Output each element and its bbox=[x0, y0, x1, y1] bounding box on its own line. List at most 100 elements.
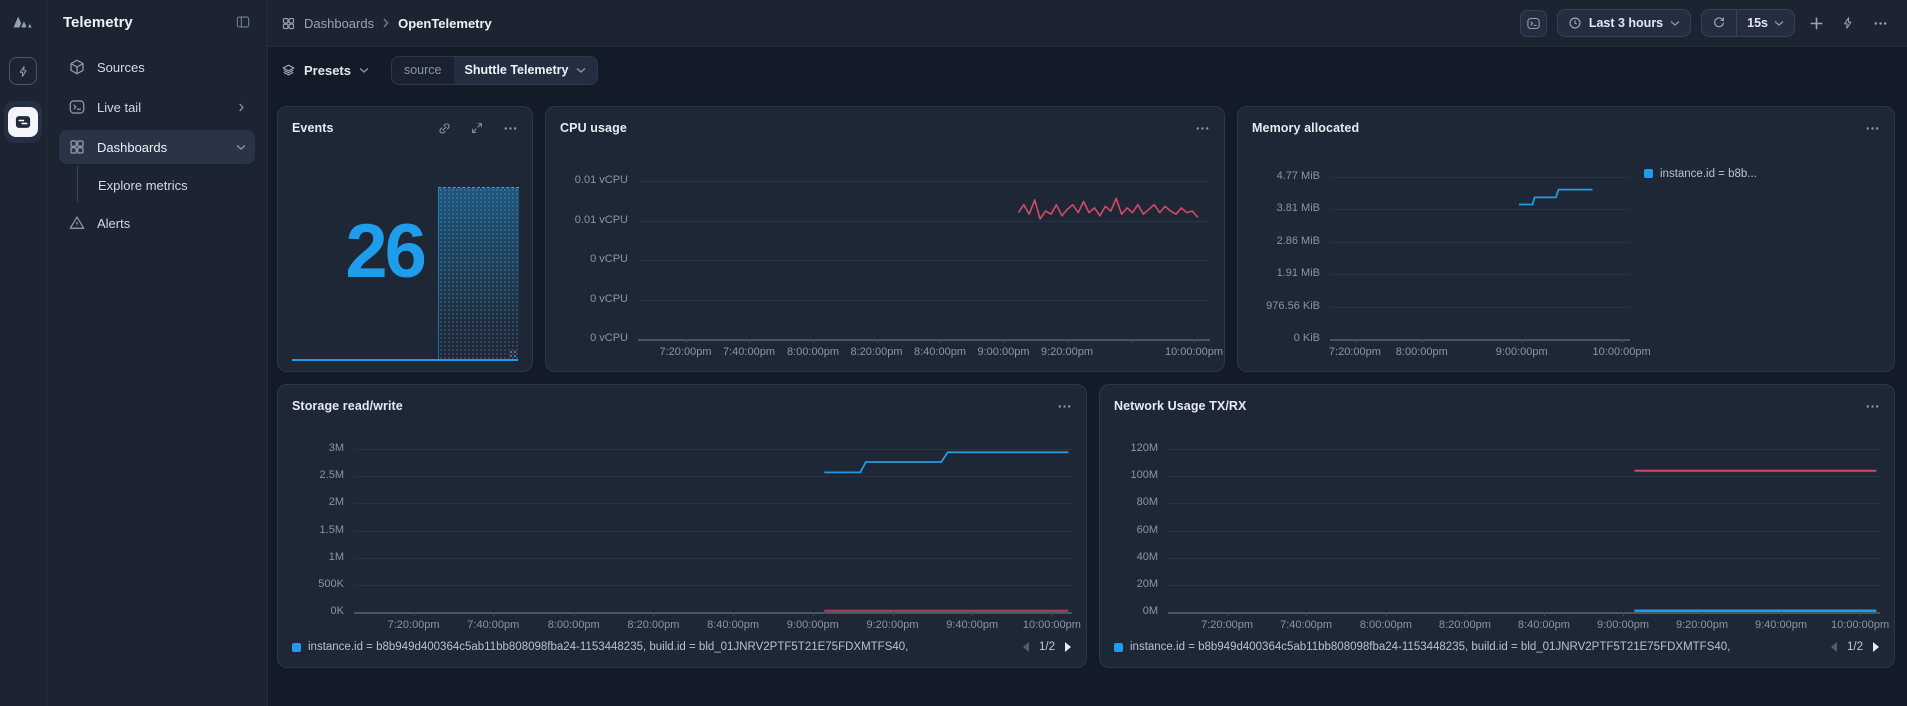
sidebar-item-dashboards[interactable]: Dashboards bbox=[59, 130, 255, 164]
axiom-logo-icon[interactable] bbox=[10, 9, 36, 35]
legend-prev-button[interactable] bbox=[1022, 642, 1030, 652]
sidebar-item-sources[interactable]: Sources bbox=[59, 50, 255, 84]
x-axis-labels: 7:20:00pm8:00:00pm9:00:00pm10:00:00pm bbox=[1252, 341, 1880, 361]
expand-button[interactable] bbox=[469, 120, 485, 136]
copy-link-button[interactable] bbox=[436, 120, 452, 136]
x-tick-label: 8:00:00pm bbox=[548, 619, 600, 631]
bolt-icon bbox=[1841, 16, 1855, 30]
series-line-storage-read bbox=[824, 452, 1068, 472]
legend-pagination: 1/2 bbox=[1022, 641, 1072, 653]
legend-next-button[interactable] bbox=[1064, 642, 1072, 652]
breadcrumb-dashboards-link[interactable]: Dashboards bbox=[304, 16, 374, 31]
plot-area bbox=[1330, 142, 1630, 341]
console-toggle-button[interactable] bbox=[1520, 10, 1547, 37]
panel-menu-button[interactable] bbox=[1864, 398, 1880, 414]
ellipsis-icon bbox=[1865, 121, 1880, 136]
time-range-label: Last 3 hours bbox=[1589, 16, 1663, 30]
logs-icon bbox=[13, 112, 33, 132]
storage-chart: 3M2.5M2M1.5M1M500K0K 7:20:00pm7:40:00pm8… bbox=[292, 420, 1072, 657]
x-tick-label: 9:00:00pm bbox=[1597, 619, 1649, 631]
grid-line bbox=[1168, 449, 1880, 450]
bolt-icon bbox=[17, 65, 30, 78]
sidebar-item-label: Explore metrics bbox=[98, 178, 188, 193]
legend-swatch bbox=[1644, 169, 1653, 178]
network-chart: 120M100M80M60M40M20M0M 7:20:00pm7:40:00p… bbox=[1114, 420, 1880, 657]
legend-label[interactable]: instance.id = b8b949d400364c5ab11bb80809… bbox=[308, 641, 908, 653]
x-tick-label: 8:00:00pm bbox=[1360, 619, 1412, 631]
grid-line bbox=[354, 531, 1072, 532]
add-panel-button[interactable] bbox=[1805, 12, 1827, 34]
events-value: 26 bbox=[292, 214, 477, 290]
x-tick-label: 7:40:00pm bbox=[467, 619, 519, 631]
panel-title: Storage read/write bbox=[292, 399, 403, 413]
time-range-button[interactable]: Last 3 hours bbox=[1557, 9, 1691, 37]
grid-line bbox=[1330, 307, 1630, 308]
x-tick-label: 9:20:00pm bbox=[867, 619, 919, 631]
dashboards-grid-icon bbox=[68, 138, 86, 156]
grid-line bbox=[638, 260, 1210, 261]
more-button[interactable] bbox=[1869, 12, 1891, 34]
telemetry-rail-button[interactable] bbox=[8, 107, 38, 137]
ellipsis-icon bbox=[1865, 399, 1880, 414]
x-tick-label: 10:00:00pm bbox=[1165, 346, 1223, 358]
topbar: Dashboards OpenTelemetry Last 3 hours 15… bbox=[268, 0, 1907, 47]
grid-line bbox=[354, 503, 1072, 504]
x-tick-label: 8:20:00pm bbox=[1439, 619, 1491, 631]
terminal-icon bbox=[68, 98, 86, 116]
legend-label[interactable]: instance.id = b8b949d400364c5ab11bb80809… bbox=[1130, 641, 1730, 653]
x-tick-label: 10:00:00pm bbox=[1831, 619, 1889, 631]
refresh-interval-button[interactable]: 15s bbox=[1737, 10, 1794, 36]
sidebar: Telemetry Sources Live tail Dashboards E… bbox=[47, 0, 268, 706]
grid-line bbox=[354, 449, 1072, 450]
memory-allocated-panel: Memory allocated 4.77 MiB3.81 MiB2.86 Mi… bbox=[1237, 106, 1895, 372]
panel-menu-button[interactable] bbox=[1864, 120, 1880, 136]
y-axis-labels: 3M2.5M2M1.5M1M500K0K bbox=[292, 420, 354, 614]
grid-line bbox=[354, 476, 1072, 477]
legend-prev-button[interactable] bbox=[1830, 642, 1838, 652]
icon-rail bbox=[0, 0, 47, 706]
panel-title: Network Usage TX/RX bbox=[1114, 399, 1247, 413]
main-content: Presets source Shuttle Telemetry Events bbox=[268, 48, 1907, 706]
presets-dropdown[interactable]: Presets bbox=[281, 63, 369, 78]
y-tick-label: 40M bbox=[1137, 551, 1158, 563]
chart-legend: instance.id = b8b... bbox=[1630, 142, 1880, 341]
sidebar-collapse-button[interactable] bbox=[233, 12, 253, 32]
x-tick-label: 9:20:00pm bbox=[1676, 619, 1728, 631]
legend-page-indicator: 1/2 bbox=[1039, 641, 1055, 653]
active-rail-slot bbox=[4, 101, 42, 143]
panel-menu-button[interactable] bbox=[1194, 120, 1210, 136]
flash-rail-button[interactable] bbox=[9, 57, 37, 85]
refresh-button[interactable] bbox=[1702, 10, 1737, 36]
x-tick-label: 8:20:00pm bbox=[627, 619, 679, 631]
refresh-group: 15s bbox=[1701, 9, 1795, 37]
x-tick-label: 9:20:00pm bbox=[1041, 346, 1093, 358]
sidebar-item-explore-metrics[interactable]: Explore metrics bbox=[59, 170, 255, 200]
x-tick-label: 7:40:00pm bbox=[1280, 619, 1332, 631]
events-panel: Events 26 bbox=[277, 106, 533, 372]
y-tick-label: 120M bbox=[1130, 442, 1158, 454]
resize-handle-icon[interactable] bbox=[509, 350, 517, 358]
chevron-right-icon bbox=[237, 103, 246, 112]
grid-line bbox=[354, 585, 1072, 586]
panel-title: Events bbox=[292, 121, 334, 135]
panel-menu-button[interactable] bbox=[502, 120, 518, 136]
y-tick-label: 0.01 vCPU bbox=[575, 174, 628, 186]
panel-menu-button[interactable] bbox=[1056, 398, 1072, 414]
breadcrumb-current-page: OpenTelemetry bbox=[398, 16, 492, 31]
alert-triangle-icon bbox=[68, 214, 86, 232]
grid-line bbox=[1168, 476, 1880, 477]
y-tick-label: 100M bbox=[1130, 469, 1158, 481]
source-filter-chip[interactable]: source Shuttle Telemetry bbox=[391, 56, 599, 85]
link-icon bbox=[437, 121, 452, 136]
x-tick-label: 8:00:00pm bbox=[1396, 346, 1448, 358]
sidebar-item-alerts[interactable]: Alerts bbox=[59, 206, 255, 240]
sidebar-item-live-tail[interactable]: Live tail bbox=[59, 90, 255, 124]
flash-query-button[interactable] bbox=[1837, 12, 1859, 34]
chart-legend: instance.id = b8b949d400364c5ab11bb80809… bbox=[292, 637, 1072, 657]
chevron-right-icon bbox=[382, 18, 390, 28]
legend-next-button[interactable] bbox=[1872, 642, 1880, 652]
x-tick-label: 8:00:00pm bbox=[787, 346, 839, 358]
grid-line bbox=[1330, 209, 1630, 210]
legend-label[interactable]: instance.id = b8b... bbox=[1660, 168, 1757, 180]
sidebar-nav: Sources Live tail Dashboards Explore met… bbox=[47, 50, 267, 240]
